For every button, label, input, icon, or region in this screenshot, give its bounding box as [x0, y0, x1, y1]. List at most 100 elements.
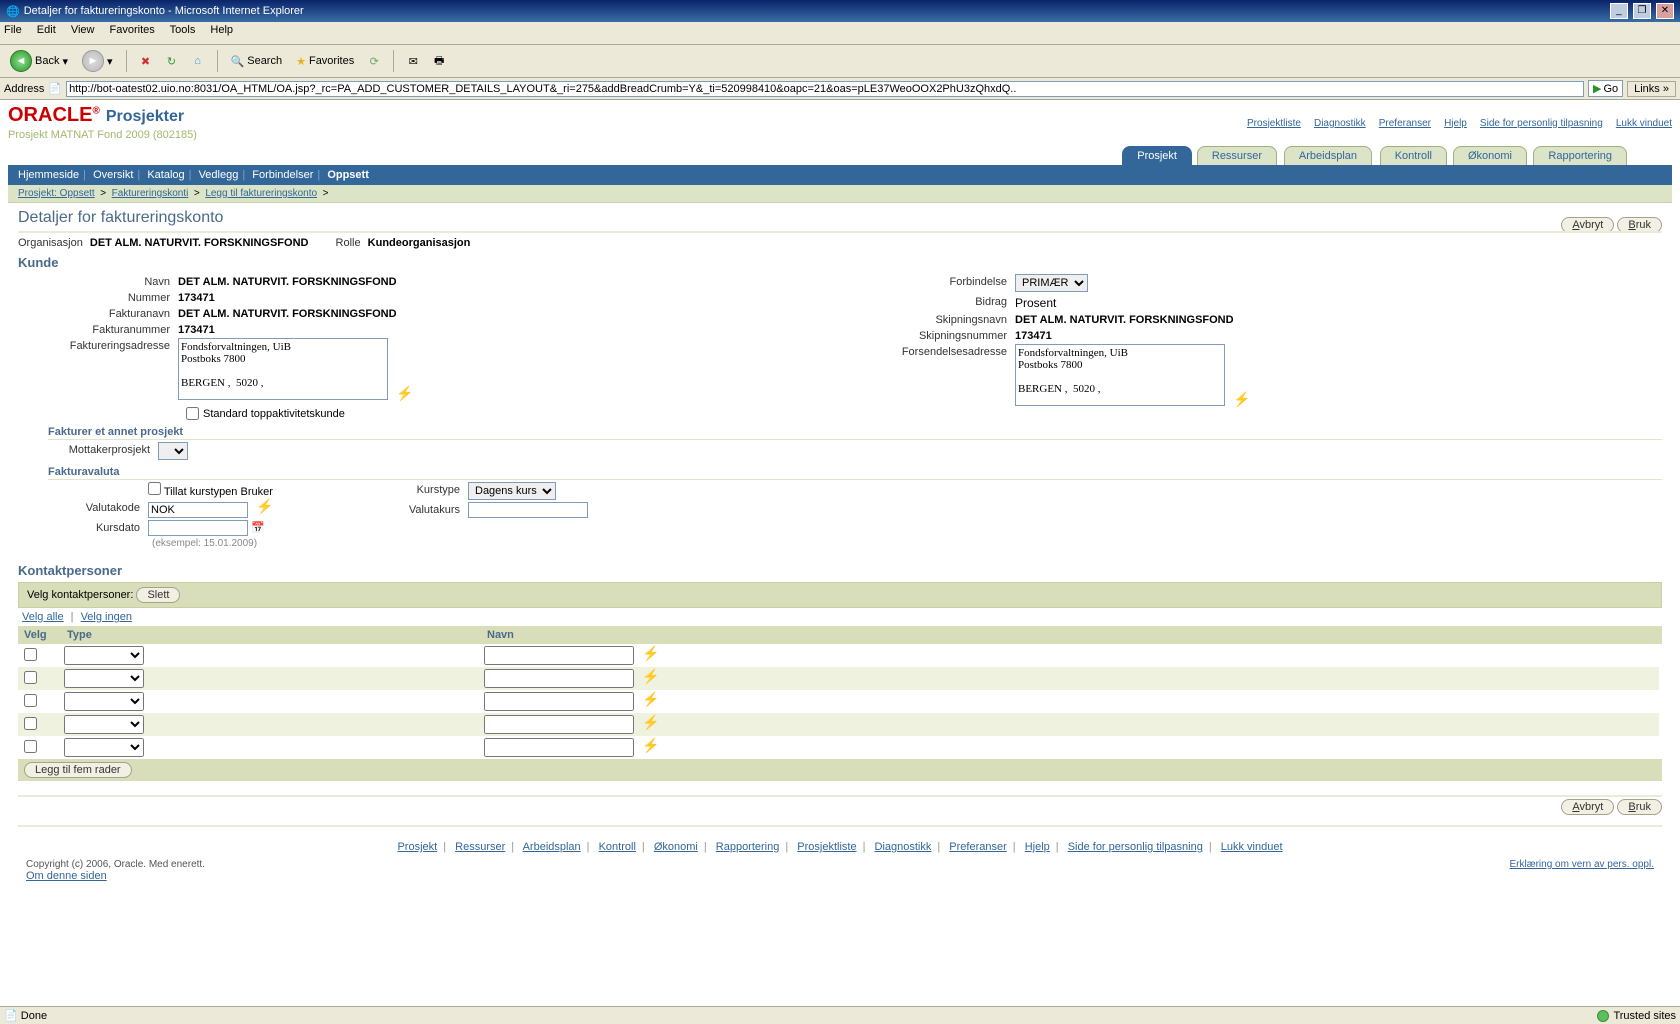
subnav-vedlegg[interactable]: Vedlegg [199, 169, 239, 181]
row-navn-input[interactable] [484, 715, 634, 734]
row-navn-input[interactable] [484, 669, 634, 688]
tillat-checkbox[interactable] [148, 482, 161, 495]
refresh-icon[interactable]: ↻ [162, 51, 182, 71]
tab-arbeidsplan[interactable]: Arbeidsplan [1284, 146, 1372, 165]
menu-view[interactable]: View [71, 24, 95, 36]
go-button[interactable]: ▶ Go [1588, 80, 1623, 97]
dato-input[interactable] [148, 520, 248, 536]
bc-oppsett[interactable]: Prosjekt: Oppsett [18, 188, 95, 199]
row-navn-input[interactable] [484, 646, 634, 665]
row-type-select[interactable] [64, 715, 144, 734]
tab-ressurser[interactable]: Ressurser [1197, 146, 1277, 165]
subnav-hjemmeside[interactable]: Hjemmeside [18, 169, 79, 181]
link-prosjektliste[interactable]: Prosjektliste [1247, 118, 1301, 129]
status-done: Done [21, 1010, 47, 1022]
lov-icon[interactable] [256, 500, 274, 518]
tab-okonomi[interactable]: Økonomi [1453, 146, 1527, 165]
fl-prosjektliste[interactable]: Prosjektliste [797, 841, 856, 853]
bc-leggtil[interactable]: Legg til faktureringskonto [205, 188, 317, 199]
kurstype-select[interactable]: Dagens kurs [468, 482, 556, 500]
lov-icon[interactable] [642, 647, 660, 665]
forbindelse-select[interactable]: PRIMÆR [1015, 274, 1088, 292]
row-checkbox[interactable] [24, 648, 37, 661]
minimize-button[interactable]: _ [1610, 3, 1628, 19]
row-checkbox[interactable] [24, 717, 37, 730]
fl-ressurser[interactable]: Ressurser [455, 841, 505, 853]
stop-icon[interactable]: ✖ [136, 51, 156, 71]
links-pane[interactable]: Links » [1627, 81, 1676, 97]
fl-personlig[interactable]: Side for personlig tilpasning [1068, 841, 1203, 853]
menu-favorites[interactable]: Favorites [110, 24, 155, 36]
fl-rapportering[interactable]: Rapportering [716, 841, 780, 853]
history-icon[interactable]: ⟳ [364, 51, 384, 71]
menu-edit[interactable]: Edit [37, 24, 56, 36]
subnav-forbindelser[interactable]: Forbindelser [252, 169, 313, 181]
kode-input[interactable] [148, 502, 248, 518]
mail-icon[interactable]: ✉ [403, 51, 423, 71]
velg-ingen-link[interactable]: Velg ingen [81, 611, 132, 623]
legg-til-button[interactable]: Legg til fem rader [24, 762, 132, 778]
row-type-select[interactable] [64, 738, 144, 757]
mottaker-select[interactable] [158, 442, 188, 460]
lov-icon[interactable] [642, 739, 660, 757]
bc-faktureringskonti[interactable]: Faktureringskonti [112, 188, 189, 199]
lov-icon[interactable] [642, 670, 660, 688]
subnav-katalog[interactable]: Katalog [147, 169, 184, 181]
subnav-oppsett[interactable]: Oppsett [327, 169, 369, 181]
link-personlig[interactable]: Side for personlig tilpasning [1480, 118, 1603, 129]
tab-rapportering[interactable]: Rapportering [1533, 146, 1627, 165]
apply-button-bottom[interactable]: Bruk [1617, 799, 1662, 815]
om-siden-link[interactable]: Om denne siden [26, 870, 107, 882]
lov-icon[interactable] [396, 387, 414, 405]
tab-prosjekt[interactable]: Prosjekt [1122, 146, 1192, 165]
back-button[interactable]: ◄Back ▾ [6, 48, 72, 74]
favorites-button[interactable]: ★ Favorites [292, 53, 358, 70]
fl-lukk[interactable]: Lukk vinduet [1221, 841, 1283, 853]
row-navn-input[interactable] [484, 692, 634, 711]
link-hjelp[interactable]: Hjelp [1444, 118, 1467, 129]
maximize-button[interactable]: ❐ [1633, 3, 1651, 19]
home-icon[interactable]: ⌂ [188, 51, 208, 71]
fl-arbeidsplan[interactable]: Arbeidsplan [523, 841, 581, 853]
fl-kontroll[interactable]: Kontroll [599, 841, 636, 853]
fl-preferanser[interactable]: Preferanser [949, 841, 1006, 853]
cancel-button-bottom[interactable]: Avbryt [1561, 799, 1614, 815]
forbindelse-label: Forbindelse [865, 274, 1015, 288]
row-checkbox[interactable] [24, 740, 37, 753]
std-checkbox[interactable] [186, 407, 199, 420]
fl-prosjekt[interactable]: Prosjekt [397, 841, 437, 853]
forsadr-textarea[interactable] [1015, 344, 1225, 406]
fakturanavn-label: Fakturanavn [28, 306, 178, 320]
lov-icon[interactable] [642, 693, 660, 711]
link-preferanser[interactable]: Preferanser [1379, 118, 1431, 129]
valutakurs-input[interactable] [468, 502, 588, 518]
slett-button[interactable]: Slett [136, 587, 180, 603]
menu-help[interactable]: Help [210, 24, 233, 36]
row-checkbox[interactable] [24, 671, 37, 684]
erklaering-link[interactable]: Erklæring om vern av pers. oppl. [1509, 859, 1654, 870]
subnav-oversikt[interactable]: Oversikt [93, 169, 133, 181]
lov-icon[interactable] [642, 716, 660, 734]
forward-button[interactable]: ► ▾ [78, 48, 117, 74]
calendar-icon[interactable]: 📅 [251, 522, 265, 534]
fl-diagnostikk[interactable]: Diagnostikk [875, 841, 932, 853]
row-type-select[interactable] [64, 669, 144, 688]
fl-okonomi[interactable]: Økonomi [654, 841, 698, 853]
row-type-select[interactable] [64, 646, 144, 665]
fl-hjelp[interactable]: Hjelp [1025, 841, 1050, 853]
velg-alle-link[interactable]: Velg alle [22, 611, 64, 623]
row-type-select[interactable] [64, 692, 144, 711]
menu-file[interactable]: File [4, 24, 22, 36]
lov-icon[interactable] [1233, 393, 1251, 411]
link-diagnostikk[interactable]: Diagnostikk [1314, 118, 1366, 129]
row-checkbox[interactable] [24, 694, 37, 707]
link-lukk[interactable]: Lukk vinduet [1616, 118, 1672, 129]
row-navn-input[interactable] [484, 738, 634, 757]
fadresse-textarea[interactable] [178, 338, 388, 400]
search-button[interactable]: 🔍 Search [227, 53, 287, 70]
menu-tools[interactable]: Tools [170, 24, 196, 36]
address-input[interactable] [66, 81, 1584, 97]
print-icon[interactable]: 🖶 [429, 51, 449, 71]
tab-kontroll[interactable]: Kontroll [1380, 146, 1447, 165]
close-button[interactable]: ✕ [1656, 3, 1674, 19]
